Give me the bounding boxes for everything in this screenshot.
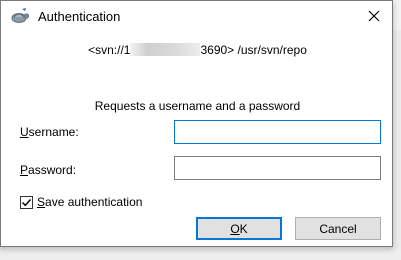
- checkmark-icon: [22, 198, 32, 206]
- tortoisesvn-icon: [10, 7, 30, 25]
- authentication-dialog: Authentication <svn://1 3690> /usr/svn/re…: [0, 0, 393, 247]
- username-label: Username:: [20, 125, 79, 139]
- ok-button-label-rest: K: [239, 221, 248, 236]
- cancel-button[interactable]: Cancel: [295, 217, 381, 240]
- close-button[interactable]: [362, 5, 386, 27]
- redacted-address: [130, 43, 201, 56]
- ok-button-mnemonic: O: [230, 221, 240, 236]
- password-label-mnemonic: P: [20, 163, 29, 177]
- cancel-button-label: Cancel: [319, 221, 357, 236]
- username-field[interactable]: [174, 120, 381, 144]
- background-window-bottom-edge: [0, 250, 401, 260]
- save-authentication-mnemonic: S: [37, 195, 46, 209]
- ok-button[interactable]: OK: [196, 217, 282, 240]
- save-authentication-row[interactable]: Save authentication: [20, 194, 142, 210]
- password-label-rest: assword:: [28, 163, 77, 177]
- server-realm: <svn://1 3690> /usr/svn/repo: [1, 43, 394, 57]
- password-field[interactable]: [174, 156, 381, 180]
- server-realm-suffix: 3690> /usr/svn/repo: [200, 43, 307, 57]
- username-label-rest: sername:: [28, 125, 79, 139]
- title-bar[interactable]: Authentication: [1, 1, 392, 31]
- dialog-title: Authentication: [38, 9, 121, 24]
- username-label-mnemonic: U: [20, 125, 29, 139]
- save-authentication-checkbox[interactable]: [20, 195, 33, 209]
- password-label: Password:: [20, 163, 76, 177]
- prompt-text: Requests a username and a password: [94, 99, 301, 113]
- save-authentication-label[interactable]: Save authentication: [37, 195, 142, 209]
- save-authentication-label-rest: ave authentication: [45, 195, 143, 209]
- server-realm-prefix: <svn://1: [88, 43, 131, 57]
- close-icon: [368, 10, 380, 22]
